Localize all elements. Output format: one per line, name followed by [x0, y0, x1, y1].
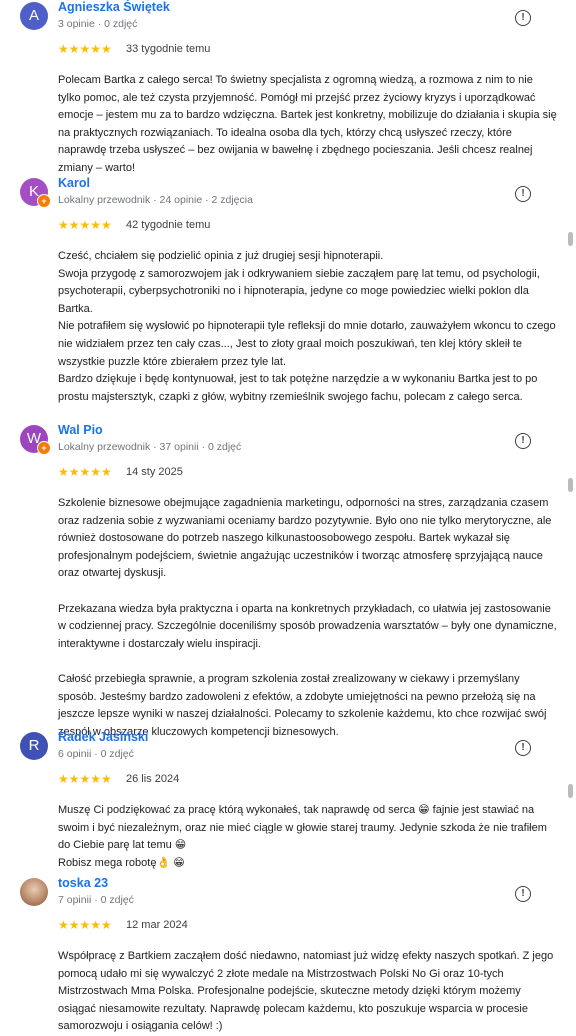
reviewer-name[interactable]: Wal Pio [58, 423, 103, 437]
review-card: R Radek Jasiński 6 opinii · 0 zdjęć ! ★★… [0, 730, 560, 872]
reviewer-meta: 3 opinie · 0 zdjęć [58, 18, 138, 30]
avatar[interactable]: W + [20, 425, 51, 455]
reviewer-meta: 7 opinii · 0 zdjęć [58, 894, 134, 906]
avatar[interactable]: R [20, 732, 48, 760]
scrollbar-thumb[interactable] [568, 232, 573, 246]
star-rating: ★★★★★ [58, 918, 112, 932]
star-rating: ★★★★★ [58, 218, 112, 232]
review-card: A Agnieszka Świętek 3 opinie · 0 zdjęć !… [0, 0, 560, 178]
review-text: Muszę Ci podziękować za pracę którą wyko… [58, 804, 547, 869]
reviewer-name[interactable]: Karol [58, 176, 90, 190]
report-icon[interactable]: ! [515, 186, 531, 202]
avatar[interactable] [20, 878, 48, 906]
review-text: Polecam Bartka z całego serca! To świetn… [58, 74, 557, 174]
star-rating: ★★★★★ [58, 465, 112, 479]
review-text: Cześć, chciałem się podzielić opinia z j… [58, 250, 556, 403]
reviewer-name[interactable]: Radek Jasiński [58, 730, 148, 744]
review-card: K + Karol Lokalny przewodnik · 24 opinie… [0, 176, 560, 406]
local-guide-badge-icon: + [37, 441, 51, 455]
review-text: Współpracę z Bartkiem zacząłem dość nied… [58, 950, 554, 1033]
scrollbar-thumb[interactable] [568, 784, 573, 798]
review-card: W + Wal Pio Lokalny przewodnik · 37 opin… [0, 423, 560, 741]
reviewer-name[interactable]: Agnieszka Świętek [58, 0, 170, 14]
local-guide-badge-icon: + [37, 194, 51, 208]
report-icon[interactable]: ! [515, 433, 531, 449]
star-rating: ★★★★★ [58, 772, 112, 786]
reviewer-meta: Lokalny przewodnik · 24 opinie · 2 zdjęc… [58, 194, 253, 206]
review-date: 33 tygodnie temu [126, 43, 211, 55]
reviewer-meta: 6 opinii · 0 zdjęć [58, 748, 134, 760]
reviewer-meta: Lokalny przewodnik · 37 opinii · 0 zdjęć [58, 441, 242, 453]
scrollbar-thumb[interactable] [568, 478, 573, 492]
review-date: 26 lis 2024 [126, 773, 180, 785]
report-icon[interactable]: ! [515, 740, 531, 756]
review-date: 42 tygodnie temu [126, 219, 211, 231]
report-icon[interactable]: ! [515, 10, 531, 26]
review-date: 14 sty 2025 [126, 466, 183, 478]
report-icon[interactable]: ! [515, 886, 531, 902]
review-card: toska 23 7 opinii · 0 zdjęć ! ★★★★★ 12 m… [0, 876, 560, 1036]
avatar[interactable]: A [20, 2, 48, 30]
avatar[interactable]: K + [20, 178, 51, 208]
star-rating: ★★★★★ [58, 42, 112, 56]
review-text: Szkolenie biznesowe obejmujące zagadnien… [58, 497, 557, 738]
reviewer-name[interactable]: toska 23 [58, 876, 108, 890]
review-date: 12 mar 2024 [126, 919, 188, 931]
